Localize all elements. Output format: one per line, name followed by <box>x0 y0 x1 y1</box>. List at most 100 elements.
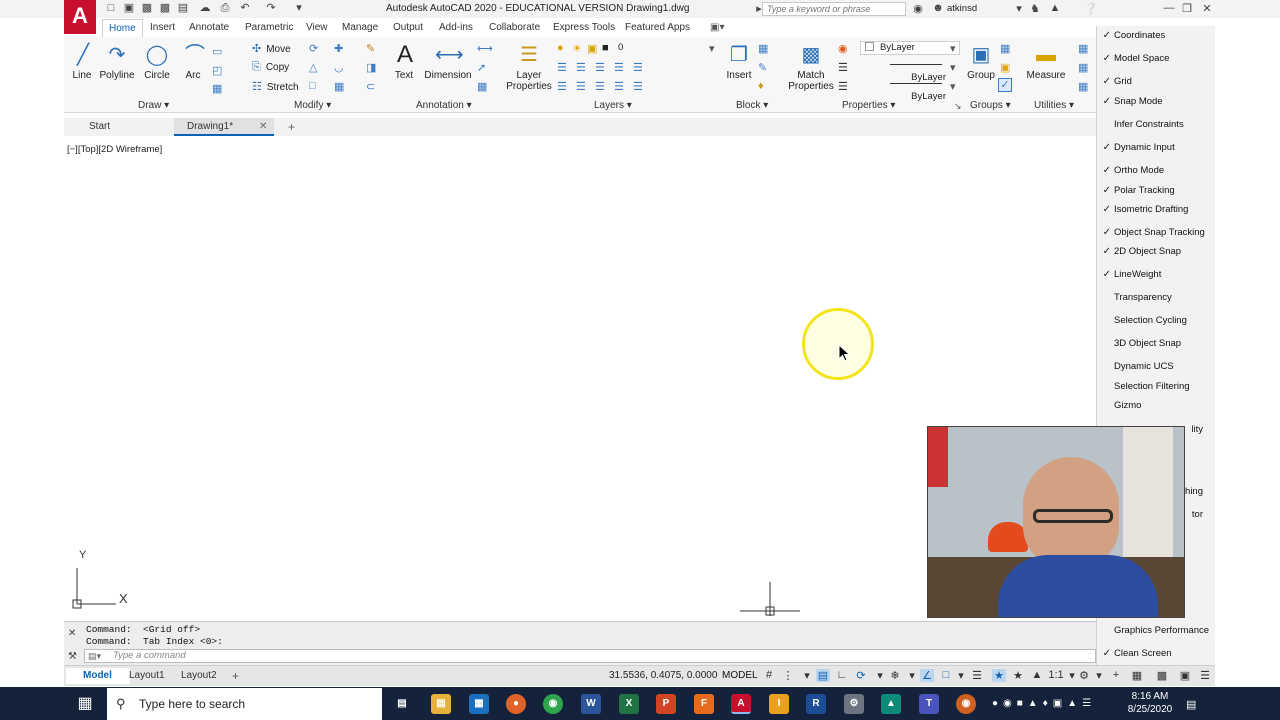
arc-button[interactable]: ⌒ Arc <box>182 43 205 81</box>
annotation-scale-icon[interactable]: ▲ <box>1030 669 1044 681</box>
line-button[interactable]: ╱ Line <box>70 43 94 81</box>
lineweight-dropdown-arrow-icon[interactable]: ▾ <box>950 80 956 93</box>
notification-center-icon[interactable]: ▤ <box>1186 698 1196 711</box>
close-icon[interactable]: ✕ <box>1200 2 1214 15</box>
command-prompt-icon[interactable]: ▤▾ <box>88 651 101 662</box>
modify-panel-title[interactable]: Modify ▾ <box>294 100 331 111</box>
ortho-icon[interactable]: ∟ <box>835 669 849 681</box>
status-menu-item[interactable]: ✓ Coordinates <box>1097 26 1216 46</box>
coordinates-readout[interactable]: 31.5536, 0.4075, 0.0000 <box>609 670 717 681</box>
layer-tools-icon-3[interactable]: ☰ <box>595 61 605 74</box>
snap-icon[interactable]: ⋮ <box>781 669 795 682</box>
table-icon[interactable]: ▦ <box>212 82 222 95</box>
ribbon-options-icon[interactable]: ▣▾ <box>710 19 724 37</box>
lineweight-toggle-icon[interactable]: ☰ <box>970 669 984 682</box>
utilities-icon-3[interactable]: ▦ <box>1078 80 1088 93</box>
annotation-panel-title[interactable]: Annotation ▾ <box>416 100 472 111</box>
layer-tools-icon-2[interactable]: ☰ <box>576 61 586 74</box>
linetype-dropdown[interactable]: ByLayer <box>860 60 960 83</box>
mirror-icon[interactable]: △ <box>309 61 317 74</box>
layout-tab-layout1[interactable]: Layout1 <box>129 668 165 684</box>
measure-button[interactable]: ▬ Measure <box>1026 43 1066 81</box>
app-r-icon[interactable]: R <box>806 694 826 714</box>
layer-freeze-icon[interactable]: ☀ <box>572 42 582 55</box>
workspace-gear-icon[interactable]: ⚙ <box>1077 669 1091 682</box>
copy-button[interactable]: ⎘ Copy <box>252 61 289 74</box>
color-dropdown-arrow-icon[interactable]: ▾ <box>950 42 956 55</box>
close-tab-icon[interactable]: ✕ <box>259 118 267 136</box>
restore-icon[interactable]: ❐ <box>1180 2 1194 15</box>
annotation-monitor-icon[interactable]: + <box>1109 669 1123 681</box>
osnap-dropdown-icon[interactable]: ▾ <box>954 669 968 682</box>
help-icon[interactable]: ❔ <box>1084 2 1098 15</box>
qat-dropdown-icon[interactable]: ▾ <box>292 2 306 15</box>
tab-home[interactable]: Home <box>102 19 143 37</box>
save-icon[interactable]: ▩ <box>140 2 154 15</box>
erase-icon[interactable]: ✎ <box>366 42 375 55</box>
calculator-icon[interactable]: ▦ <box>469 694 489 714</box>
status-menu-item[interactable]: ✓ Grid <box>1097 72 1216 92</box>
group-button[interactable]: ▣ Group <box>964 43 998 81</box>
undo-icon[interactable]: ↶ <box>238 2 252 15</box>
tab-express-tools[interactable]: Express Tools <box>553 19 615 37</box>
text-button[interactable]: A Text <box>392 43 416 82</box>
status-menu-item[interactable]: Selection Cycling <box>1097 311 1216 331</box>
layer-tools-icon-9[interactable]: ☰ <box>614 80 624 93</box>
annotation-visibility-icon[interactable]: ★ <box>992 669 1006 682</box>
status-menu-item[interactable]: ✓ LineWeight <box>1097 265 1216 285</box>
tab-add-ins[interactable]: Add-ins <box>439 19 473 37</box>
status-menu-item[interactable]: ✓ 2D Object Snap <box>1097 242 1216 262</box>
move-button[interactable]: ✣ Move <box>252 42 291 55</box>
hatch-icon[interactable]: ◰ <box>212 64 222 77</box>
edit-block-icon[interactable]: ✎ <box>758 61 767 74</box>
properties-panel-title[interactable]: Properties ▾ <box>842 100 895 111</box>
status-menu-item[interactable]: ✓ Model Space <box>1097 49 1216 69</box>
status-menu-item[interactable]: Transparency <box>1097 288 1216 308</box>
block-panel-title[interactable]: Block ▾ <box>736 100 768 111</box>
windows-start-icon[interactable]: ▦ <box>70 690 100 718</box>
layer-tools-icon-10[interactable]: ☰ <box>633 80 643 93</box>
circle-button[interactable]: ◯ Circle <box>142 43 172 81</box>
explode-icon[interactable]: ◨ <box>366 61 376 74</box>
tab-annotate[interactable]: Annotate <box>189 19 229 37</box>
excel-icon[interactable]: X <box>619 694 639 714</box>
user-icon[interactable]: ☻ <box>931 2 945 14</box>
layout-tab-layout2[interactable]: Layout2 <box>181 668 217 684</box>
status-menu-item[interactable]: ✓ Polar Tracking <box>1097 181 1216 201</box>
new-tab-icon[interactable]: + <box>288 118 295 136</box>
status-menu-item[interactable]: 3D Object Snap <box>1097 334 1216 354</box>
taskbar-search-input[interactable]: Type here to search <box>107 688 382 720</box>
tab-featured-apps[interactable]: Featured Apps <box>625 19 690 37</box>
print-icon[interactable]: ⎙ <box>218 2 232 15</box>
binoculars-icon[interactable]: ◉ <box>911 2 925 15</box>
layout-tab-model[interactable]: Model <box>66 668 130 684</box>
polar-dropdown-icon[interactable]: ▾ <box>873 669 887 682</box>
cloud-icon[interactable]: ☁ <box>198 2 212 15</box>
polar-tracking-icon[interactable]: ⟳ <box>854 669 868 682</box>
word-icon[interactable]: W <box>581 694 601 714</box>
layer-on-icon[interactable]: ● <box>557 42 564 54</box>
scale-icon[interactable]: □ <box>309 80 316 92</box>
snap-dropdown-icon[interactable]: ▾ <box>800 669 814 682</box>
units-icon[interactable]: ▦ <box>1130 669 1144 682</box>
hardware-acceleration-icon[interactable]: ▩ <box>1155 669 1169 682</box>
cart-icon[interactable]: ♞ <box>1028 2 1042 15</box>
command-close-icon[interactable]: ✕ <box>68 628 76 639</box>
file-explorer-icon[interactable]: ▤ <box>431 694 451 714</box>
tab-insert[interactable]: Insert <box>150 19 175 37</box>
status-menu-item[interactable]: ✓ Isometric Drafting <box>1097 200 1216 220</box>
save-as-icon[interactable]: ▩ <box>158 2 172 15</box>
status-menu-item[interactable]: ✓ Snap Mode <box>1097 92 1216 112</box>
tab-collaborate[interactable]: Collaborate <box>489 19 540 37</box>
minimize-icon[interactable]: — <box>1162 2 1176 14</box>
username[interactable]: atkinsd <box>947 3 977 14</box>
autoscale-icon[interactable]: ★ <box>1011 669 1025 682</box>
tab-manage[interactable]: Manage <box>342 19 378 37</box>
user-dropdown-icon[interactable]: ▾ <box>1012 2 1026 15</box>
status-menu-item[interactable]: ✓ Ortho Mode <box>1097 161 1216 181</box>
rotate-icon[interactable]: ⟳ <box>309 42 318 55</box>
clean-screen-icon[interactable]: ▣ <box>1178 669 1192 682</box>
web-mobile-icon[interactable]: ▤ <box>176 2 190 15</box>
ungroup-icon[interactable]: ▦ <box>1000 42 1010 55</box>
status-menu-item[interactable]: Selection Filtering <box>1097 377 1216 397</box>
